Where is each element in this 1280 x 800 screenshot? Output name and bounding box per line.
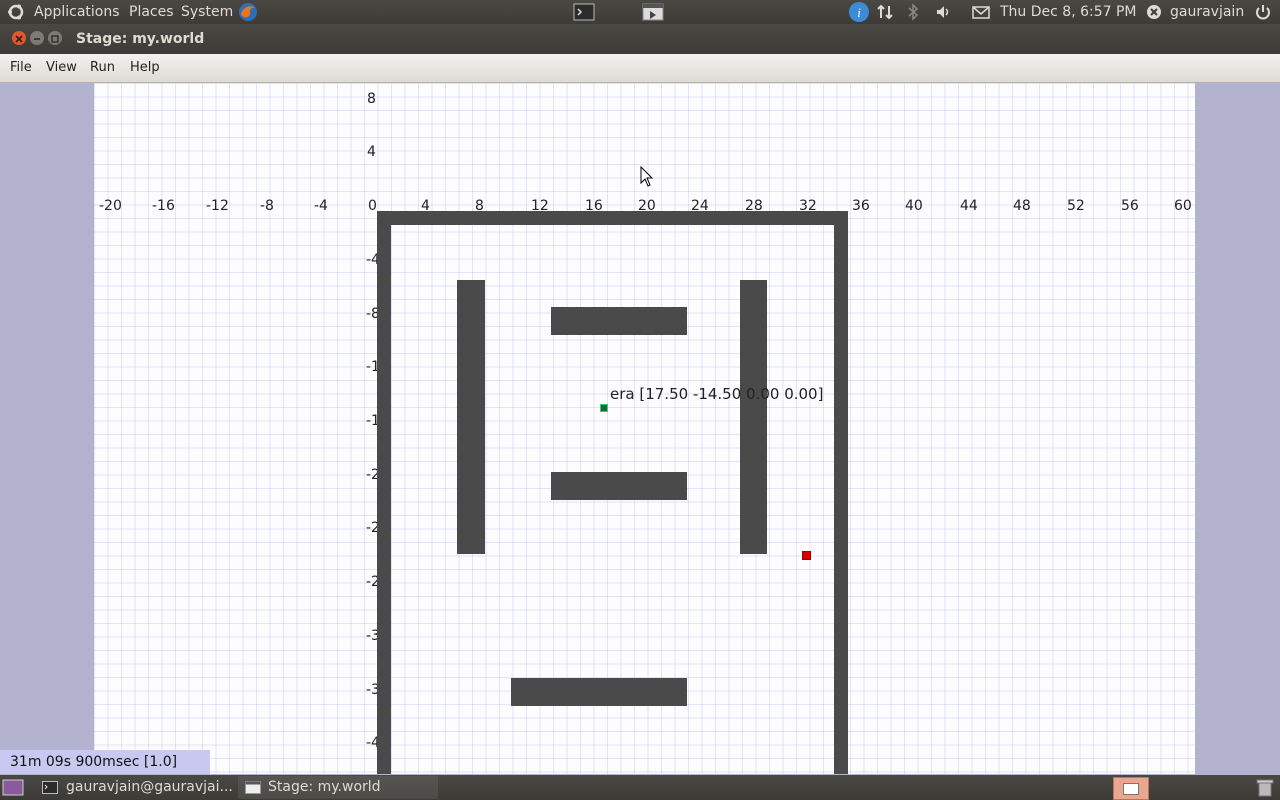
window-title: Stage: my.world [76, 31, 205, 47]
power-icon[interactable] [1254, 3, 1272, 21]
mail-icon[interactable] [972, 3, 990, 21]
menu-run[interactable]: Run [90, 54, 115, 82]
terminal-icon[interactable] [573, 3, 595, 21]
x-tick-label: 0 [368, 198, 377, 214]
wall-right [834, 211, 848, 774]
taskbar-item-label: Stage: my.world [268, 779, 381, 795]
x-tick-label: 52 [1067, 198, 1085, 214]
trash-icon[interactable] [1256, 778, 1274, 797]
menubar: File View Run Help [0, 54, 1280, 83]
svg-text:i: i [857, 5, 861, 20]
maximize-icon [51, 35, 59, 43]
obstacle-lower-bar [511, 678, 687, 706]
x-tick-label: -12 [206, 198, 229, 214]
bottom-panel: gauravjain@gauravjai... Stage: my.world [0, 775, 1280, 800]
ubuntu-logo-icon[interactable] [7, 3, 25, 21]
x-tick-label: -20 [99, 198, 122, 214]
close-icon [15, 35, 23, 43]
places-menu[interactable]: Places [129, 0, 174, 24]
window-icon [245, 781, 261, 794]
user-menu[interactable]: gauravjain [1170, 0, 1244, 24]
menu-view[interactable]: View [46, 54, 77, 82]
taskbar-item-label: gauravjain@gauravjai... [66, 779, 233, 795]
menu-help[interactable]: Help [130, 54, 160, 82]
x-tick-label: -16 [152, 198, 175, 214]
robot-pose-label: era [17.50 -14.50 0.00 0.00] [610, 385, 824, 403]
workspace-switcher[interactable] [1113, 777, 1149, 800]
wall-left [377, 211, 391, 774]
volume-icon[interactable] [934, 3, 952, 21]
x-tick-label: -4 [314, 198, 328, 214]
sim-time-status: 31m 09s 900msec [1.0] [0, 750, 210, 774]
taskbar-item-stage[interactable]: Stage: my.world [238, 776, 438, 799]
x-tick-label: -8 [260, 198, 274, 214]
show-desktop-icon[interactable] [2, 779, 24, 796]
user-status-icon[interactable] [1145, 3, 1163, 21]
x-tick-label: 56 [1121, 198, 1139, 214]
menu-file[interactable]: File [10, 54, 32, 82]
system-menu[interactable]: System [181, 0, 233, 24]
y-tick-label: 8 [367, 91, 376, 107]
window-icon[interactable] [642, 3, 664, 21]
x-tick-label: 48 [1013, 198, 1031, 214]
maximize-button[interactable] [48, 31, 62, 45]
x-tick-label: 60 [1174, 198, 1192, 214]
clock[interactable]: Thu Dec 8, 6:57 PM [1000, 0, 1137, 24]
info-icon[interactable]: i [848, 1, 870, 23]
window-titlebar[interactable]: Stage: my.world [0, 24, 1280, 54]
taskbar-item-terminal[interactable]: gauravjain@gauravjai... [36, 776, 233, 799]
minimize-button[interactable] [30, 31, 44, 45]
network-icon[interactable] [876, 3, 894, 21]
target-marker[interactable] [802, 551, 811, 560]
firefox-icon[interactable] [237, 1, 259, 23]
minimize-icon [34, 38, 40, 40]
close-button[interactable] [12, 31, 26, 45]
obstacle-left-pillar [457, 280, 485, 554]
obstacle-right-pillar [740, 280, 767, 554]
top-panel: Applications Places System i Thu Dec 8, … [0, 0, 1280, 24]
applications-menu[interactable]: Applications [34, 0, 120, 24]
robot-model[interactable] [600, 404, 608, 412]
y-tick-label: 4 [367, 144, 376, 160]
obstacle-middle-bar [551, 472, 687, 500]
terminal-icon [42, 781, 58, 794]
x-tick-label: 36 [852, 198, 870, 214]
mouse-cursor-icon [640, 166, 654, 187]
x-tick-label: 40 [905, 198, 923, 214]
bluetooth-icon[interactable] [904, 3, 922, 21]
obstacle-upper-bar [551, 307, 687, 335]
workspace-window-thumb [1123, 783, 1139, 795]
wall-top [377, 211, 848, 225]
x-tick-label: 44 [960, 198, 978, 214]
